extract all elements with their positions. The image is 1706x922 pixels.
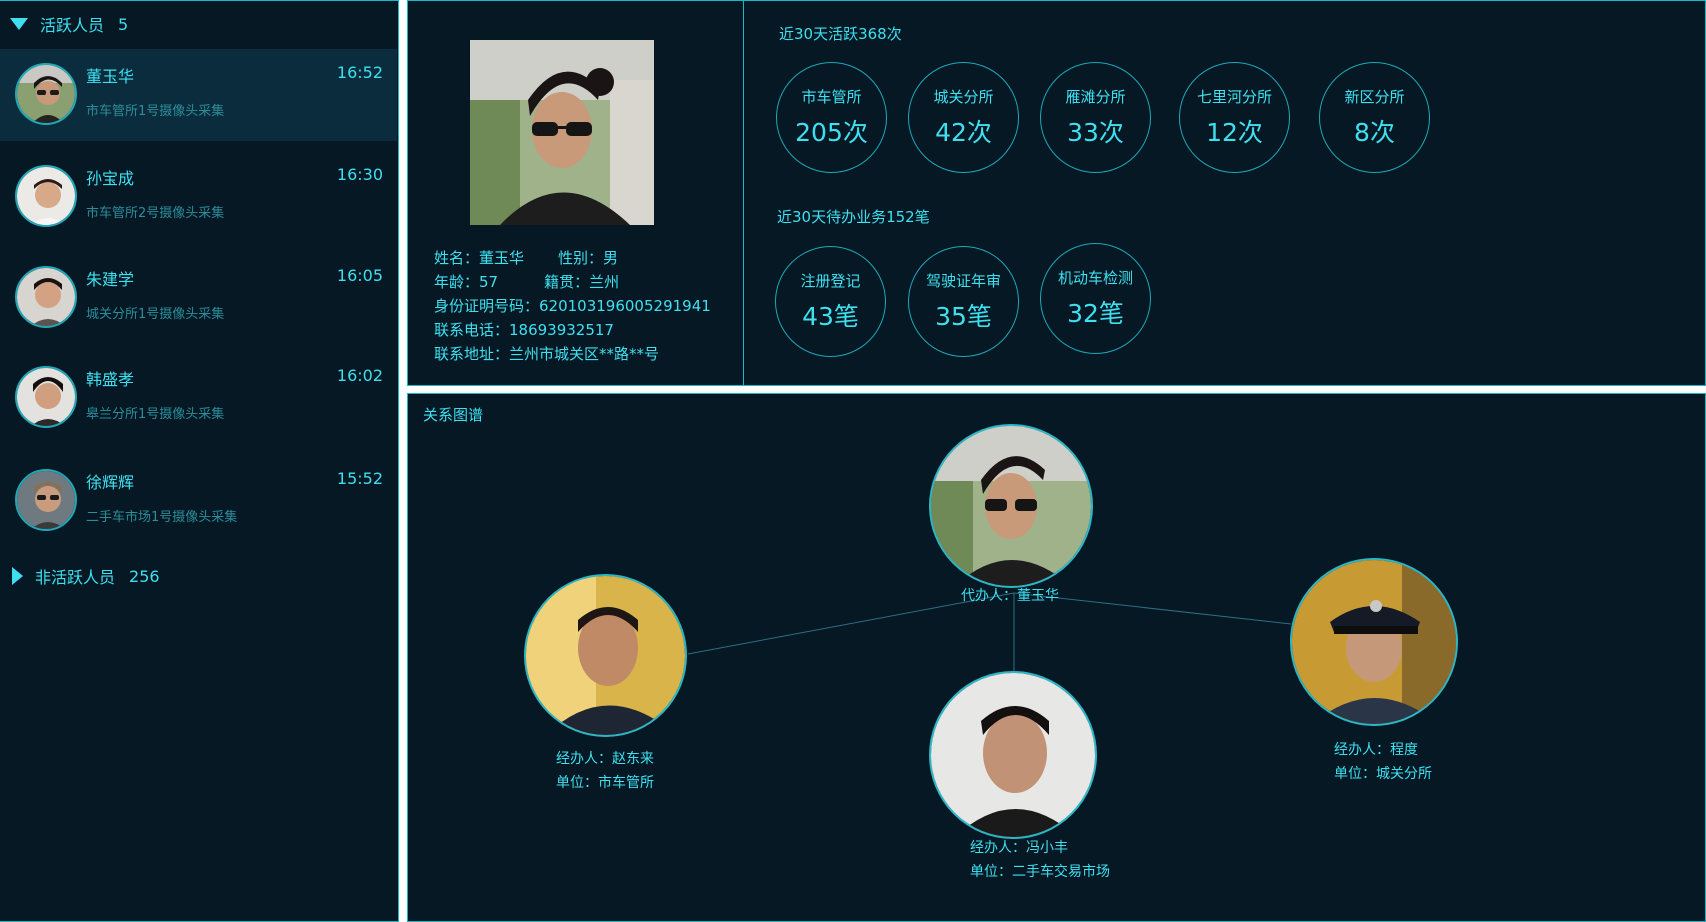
- stat-value: 32笔: [1067, 299, 1124, 328]
- avatar: [15, 266, 77, 328]
- right-node-unit: 单位：城关分所: [1334, 766, 1432, 782]
- left-node-caption: 经办人：赵东来 单位：市车管所: [556, 747, 654, 795]
- stat-label: 注册登记: [800, 272, 861, 290]
- person-name: 韩盛孝: [86, 370, 135, 389]
- person-photo-icon: [17, 167, 75, 225]
- activity-stat[interactable]: 雁滩分所 33次: [1040, 62, 1151, 173]
- business-stat[interactable]: 机动车检测 32笔: [1040, 243, 1151, 354]
- stat-value: 43笔: [802, 302, 859, 331]
- stat-value: 12次: [1206, 118, 1263, 147]
- active-group-count: 5: [118, 14, 129, 34]
- profile-panel: 姓名：董玉华 性别：男 年龄：57 籍贯：兰州 身份证明号码：62010319600…: [407, 0, 1706, 386]
- activity-stat[interactable]: 新区分所 8次: [1319, 62, 1430, 173]
- avatar: [15, 165, 77, 227]
- left-node-agent: 经办人：赵东来: [556, 751, 654, 767]
- activity-stat[interactable]: 七里河分所 12次: [1179, 62, 1290, 173]
- center-node-caption: 代办人：董玉华: [961, 584, 1059, 608]
- graph-node-bottom[interactable]: [929, 671, 1097, 839]
- caret-right-icon: [12, 567, 23, 585]
- person-list-panel: 活跃人员 5 董玉华 16:52 市车管所1号摄像头采集 孙宝成 16:30 市…: [0, 0, 399, 922]
- profile-info: 姓名：董玉华 性别：男 年龄：57 籍贯：兰州 身份证明号码：62010319600…: [434, 246, 711, 366]
- person-photo-icon: [17, 368, 75, 426]
- profile-photo: [470, 40, 654, 225]
- person-photo-icon: [526, 576, 685, 735]
- stat-label: 新区分所: [1344, 88, 1405, 106]
- activity-title: 近30天活跃368次: [779, 25, 902, 43]
- person-name: 朱建学: [86, 270, 135, 289]
- avatar: [15, 366, 77, 428]
- person-item-4[interactable]: 徐辉辉 15:52 二手车市场1号摄像头采集: [0, 455, 397, 547]
- person-photo-icon: [931, 673, 1095, 837]
- person-time: 15:52: [336, 469, 383, 488]
- stat-value: 33次: [1067, 118, 1124, 147]
- right-node-caption: 经办人：程度 单位：城关分所: [1334, 738, 1432, 786]
- graph-node-left[interactable]: [524, 574, 687, 737]
- person-source: 皋兰分所1号摄像头采集: [86, 407, 225, 422]
- inactive-group-label: 非活跃人员: [35, 568, 116, 587]
- profile-phone: 联系电话：18693932517: [434, 321, 614, 339]
- stat-label: 驾驶证年审: [925, 272, 1001, 290]
- graph-node-right[interactable]: [1290, 558, 1458, 726]
- active-group-label: 活跃人员: [40, 16, 105, 35]
- stat-value: 35笔: [935, 302, 992, 331]
- business-title: 近30天待办业务152笔: [777, 208, 930, 226]
- person-item-2[interactable]: 朱建学 16:05 城关分所1号摄像头采集: [0, 252, 397, 344]
- avatar: [15, 469, 77, 531]
- caret-down-icon: [10, 18, 28, 30]
- relationship-graph-panel: 关系图谱 代办人：董玉华 经办人：赵东来 单位：市车管所 经办人：冯小丰 单位：…: [407, 393, 1706, 922]
- profile-address: 联系地址：兰州市城关区**路**号: [434, 345, 660, 363]
- person-time: 16:02: [336, 366, 383, 385]
- stat-label: 城关分所: [933, 88, 994, 106]
- stat-value: 8次: [1354, 118, 1395, 147]
- person-time: 16:52: [336, 63, 383, 82]
- activity-stat[interactable]: 城关分所 42次: [908, 62, 1019, 173]
- person-photo-icon: [17, 65, 75, 123]
- profile-name: 姓名：董玉华: [434, 249, 525, 267]
- stat-value: 205次: [795, 118, 868, 147]
- activity-stat[interactable]: 市车管所 205次: [776, 62, 887, 173]
- inactive-group-header[interactable]: 非活跃人员 256: [10, 561, 160, 591]
- stat-label: 七里河分所: [1196, 88, 1272, 106]
- active-group-header[interactable]: 活跃人员 5: [10, 9, 128, 39]
- person-photo-icon: [17, 471, 75, 529]
- person-photo-icon: [470, 40, 654, 225]
- person-name: 孙宝成: [86, 169, 135, 188]
- divider: [743, 1, 744, 385]
- person-photo-icon: [17, 268, 75, 326]
- person-photo-icon: [1292, 560, 1456, 724]
- person-item-1[interactable]: 孙宝成 16:30 市车管所2号摄像头采集: [0, 151, 397, 243]
- person-source: 市车管所2号摄像头采集: [86, 206, 225, 221]
- graph-node-center[interactable]: [929, 424, 1093, 588]
- stat-label: 雁滩分所: [1065, 88, 1126, 106]
- stat-label: 市车管所: [801, 88, 862, 106]
- person-item-0[interactable]: 董玉华 16:52 市车管所1号摄像头采集: [0, 49, 397, 141]
- person-item-3[interactable]: 韩盛孝 16:02 皋兰分所1号摄像头采集: [0, 352, 397, 444]
- person-source: 市车管所1号摄像头采集: [86, 104, 225, 119]
- person-photo-icon: [931, 426, 1091, 586]
- stat-value: 42次: [935, 118, 992, 147]
- left-node-unit: 单位：市车管所: [556, 775, 654, 791]
- business-stat[interactable]: 驾驶证年审 35笔: [908, 246, 1019, 357]
- person-name: 董玉华: [86, 67, 135, 86]
- person-source: 城关分所1号摄像头采集: [86, 307, 225, 322]
- person-time: 16:30: [336, 165, 383, 184]
- bottom-node-agent: 经办人：冯小丰: [970, 840, 1068, 856]
- bottom-node-caption: 经办人：冯小丰 单位：二手车交易市场: [970, 836, 1110, 884]
- right-node-agent: 经办人：程度: [1334, 742, 1418, 758]
- bottom-node-unit: 单位：二手车交易市场: [970, 864, 1110, 880]
- center-node-agent: 代办人：董玉华: [961, 588, 1059, 604]
- stat-label: 机动车检测: [1057, 269, 1133, 287]
- person-time: 16:05: [336, 266, 383, 285]
- business-stat[interactable]: 注册登记 43笔: [775, 246, 886, 357]
- person-name: 徐辉辉: [86, 473, 135, 492]
- profile-origin: 籍贯：兰州: [544, 273, 620, 291]
- profile-age: 年龄：57: [434, 273, 499, 291]
- inactive-group-count: 256: [129, 566, 160, 586]
- profile-id-number: 身份证明号码：620103196005291941: [434, 297, 711, 315]
- person-source: 二手车市场1号摄像头采集: [86, 510, 238, 525]
- avatar: [15, 63, 77, 125]
- profile-gender: 性别：男: [558, 249, 619, 267]
